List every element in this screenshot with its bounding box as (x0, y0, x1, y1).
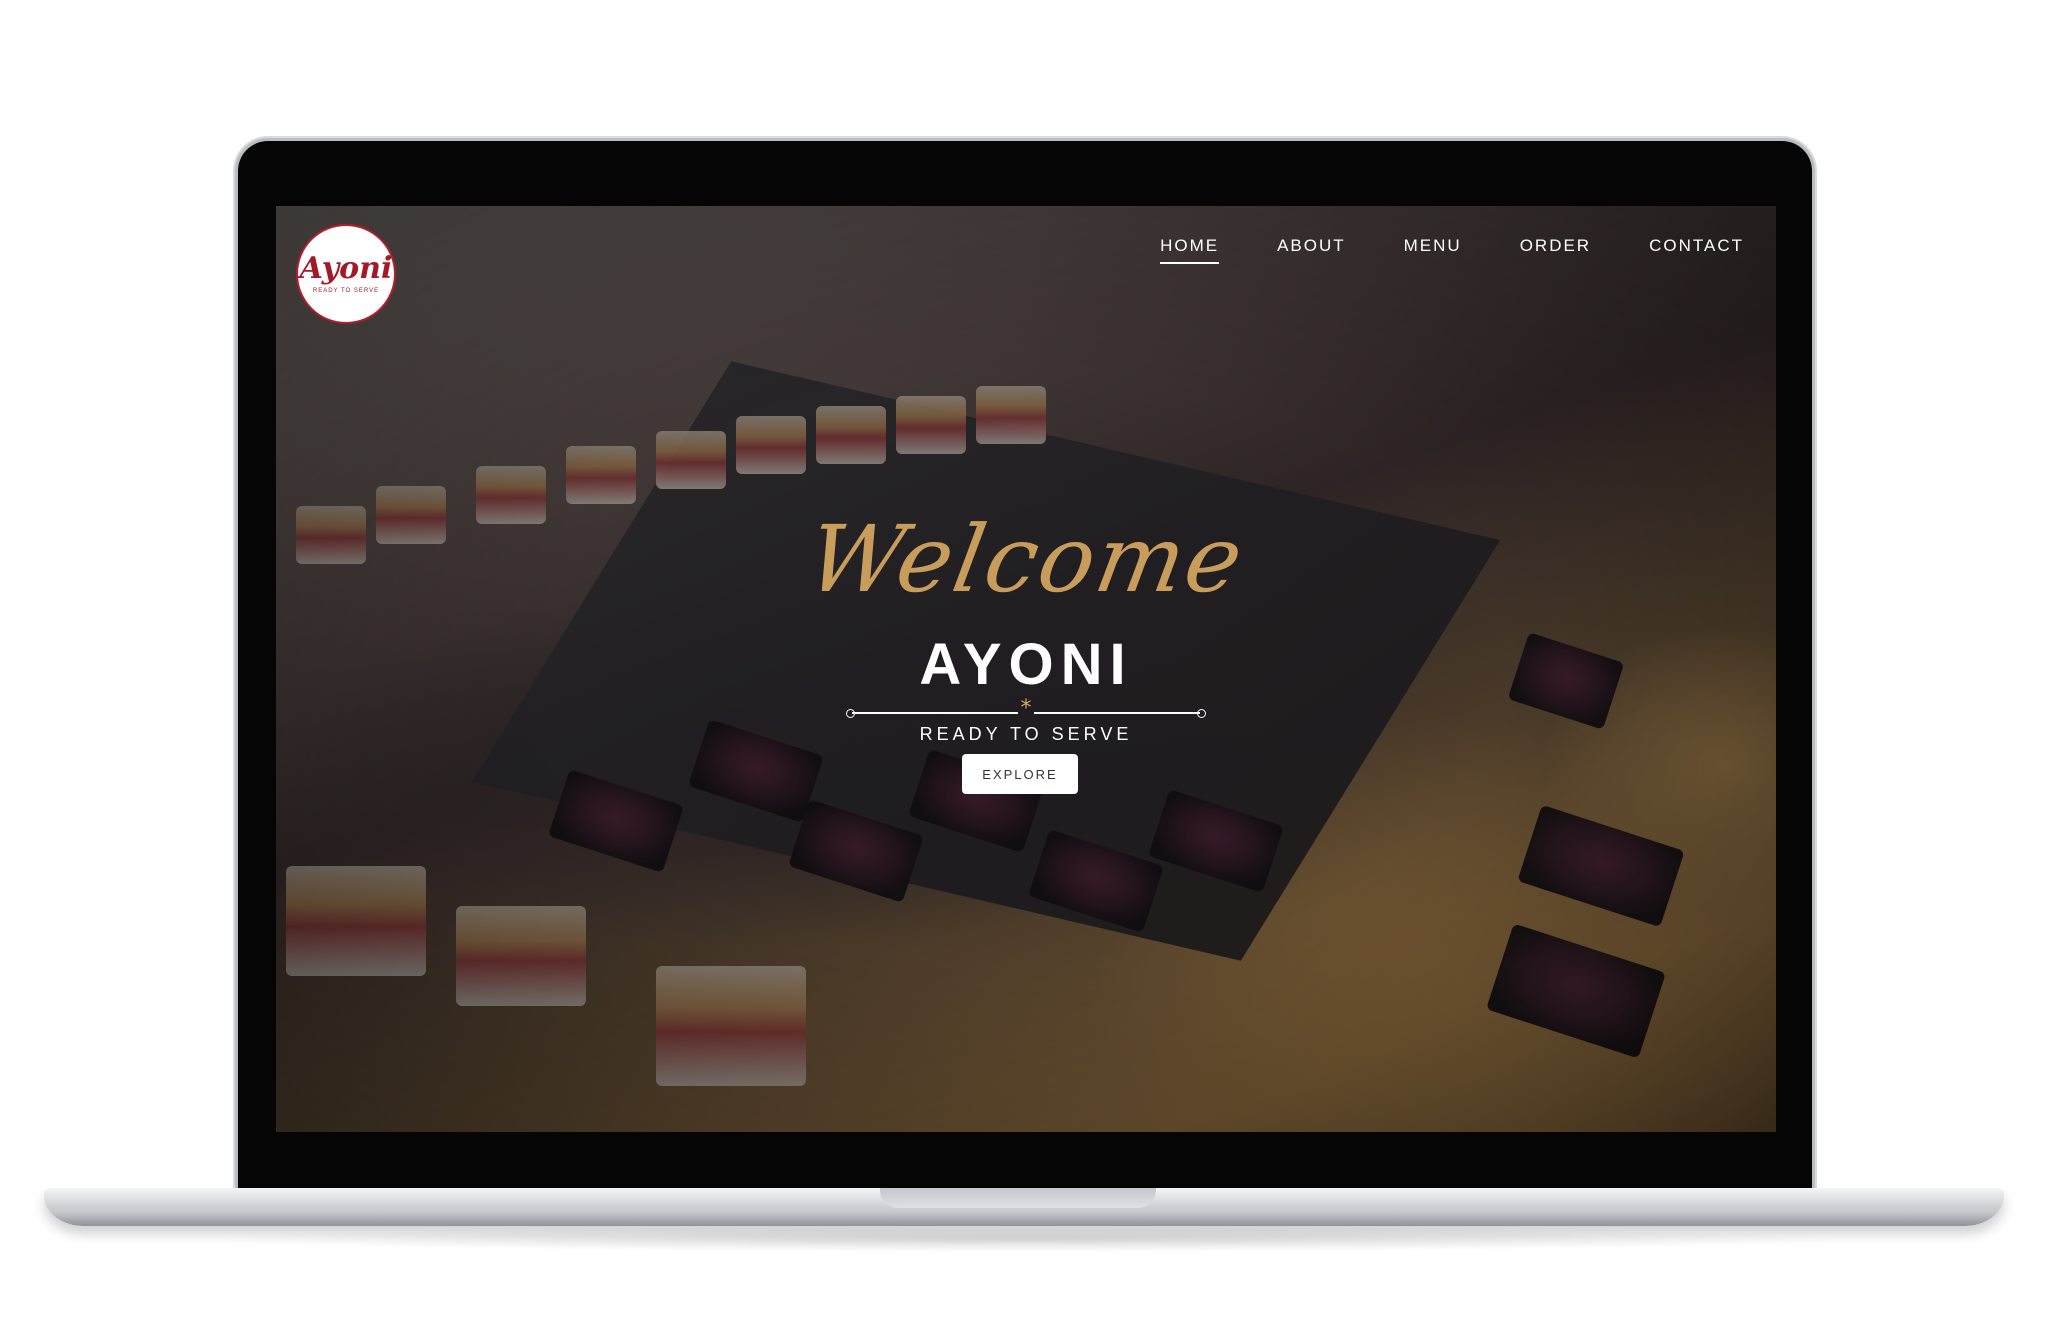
website-screen: Ayoni READY TO SERVE HOME ABOUT MENU ORD… (276, 206, 1776, 1132)
divider-line-left (852, 712, 1018, 714)
nav-order[interactable]: ORDER (1520, 236, 1591, 264)
nav-menu[interactable]: MENU (1404, 236, 1462, 264)
nav-home[interactable]: HOME (1160, 236, 1220, 264)
main-navigation: HOME ABOUT MENU ORDER CONTACT (1160, 236, 1744, 264)
explore-button[interactable]: EXPLORE (962, 754, 1078, 794)
star-icon: * (1020, 696, 1032, 721)
nav-about[interactable]: ABOUT (1277, 236, 1346, 264)
nav-contact[interactable]: CONTACT (1649, 236, 1744, 264)
hero-tagline: READY TO SERVE (919, 724, 1133, 744)
ayoni-logo[interactable]: Ayoni READY TO SERVE (296, 224, 396, 324)
laptop-shadow (200, 1226, 1850, 1252)
logo-subtext: READY TO SERVE (312, 288, 380, 294)
logo-wordmark: Ayoni (299, 251, 393, 286)
divider-line-right (1034, 712, 1200, 714)
hero-title: AYONI (919, 632, 1133, 697)
divider-end-right (1197, 709, 1206, 718)
divider-end-left (846, 709, 855, 718)
laptop-notch (880, 1188, 1156, 1208)
welcome-script-heading: Welcome (799, 506, 1253, 613)
